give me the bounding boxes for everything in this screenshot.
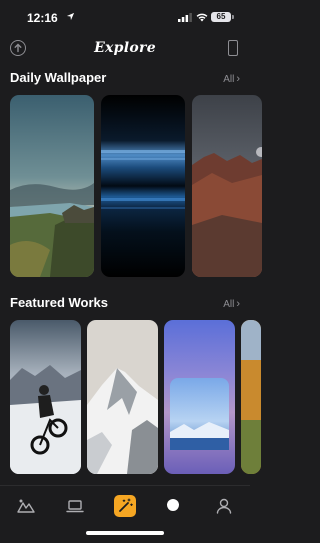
section-title-featured-works: Featured Works <box>10 295 109 310</box>
location-arrow-icon <box>66 12 75 21</box>
search-icon <box>167 499 179 511</box>
featured-card-sky-frame[interactable] <box>164 320 235 474</box>
chevron-right-icon: › <box>236 298 240 310</box>
section-title-daily-wallpaper: Daily Wallpaper <box>10 70 107 85</box>
see-all-label: All <box>223 299 235 310</box>
snow-biker-image <box>10 320 81 474</box>
tab-desktop[interactable] <box>66 497 84 515</box>
wifi-icon <box>196 13 208 22</box>
status-bar: 12:16 65 <box>0 0 250 34</box>
header: Explore <box>0 34 250 64</box>
snow-peak-image <box>87 320 158 474</box>
wallpaper-card-blue-streaks[interactable] <box>101 95 185 277</box>
see-all-label: All <box>223 74 235 85</box>
carousel-indicator <box>256 147 262 157</box>
battery-tip <box>232 15 234 19</box>
laptop-icon <box>66 500 84 513</box>
device-preview-button[interactable] <box>228 40 238 56</box>
featured-card-snow-peak[interactable] <box>87 320 158 474</box>
battery-level: 65 <box>211 12 231 22</box>
red-mountains-image <box>192 95 262 277</box>
sky-frame-image <box>164 320 235 474</box>
signal-icon <box>178 13 192 22</box>
home-indicator <box>86 531 164 535</box>
see-all-daily-wallpaper[interactable]: All › <box>223 73 240 85</box>
magic-wand-icon <box>119 498 133 512</box>
featured-card-autumn[interactable] <box>241 320 261 474</box>
tab-magic[interactable] <box>114 495 136 517</box>
tab-landscape[interactable] <box>17 497 35 515</box>
tab-profile[interactable] <box>215 497 233 515</box>
autumn-image <box>241 320 261 474</box>
page-title: Explore <box>94 40 156 56</box>
see-all-featured-works[interactable]: All › <box>223 298 240 310</box>
tab-search[interactable] <box>165 497 183 515</box>
landscape-icon <box>17 499 35 513</box>
featured-card-snow-biker[interactable] <box>10 320 81 474</box>
coast-landscape-image <box>10 95 94 277</box>
blue-streaks-image <box>101 95 185 277</box>
chevron-right-icon: › <box>236 73 240 85</box>
wallpaper-card-red-mountains[interactable] <box>192 95 262 277</box>
status-time: 12:16 <box>27 11 58 25</box>
profile-icon <box>216 498 232 514</box>
wallpaper-card-coast[interactable] <box>10 95 94 277</box>
